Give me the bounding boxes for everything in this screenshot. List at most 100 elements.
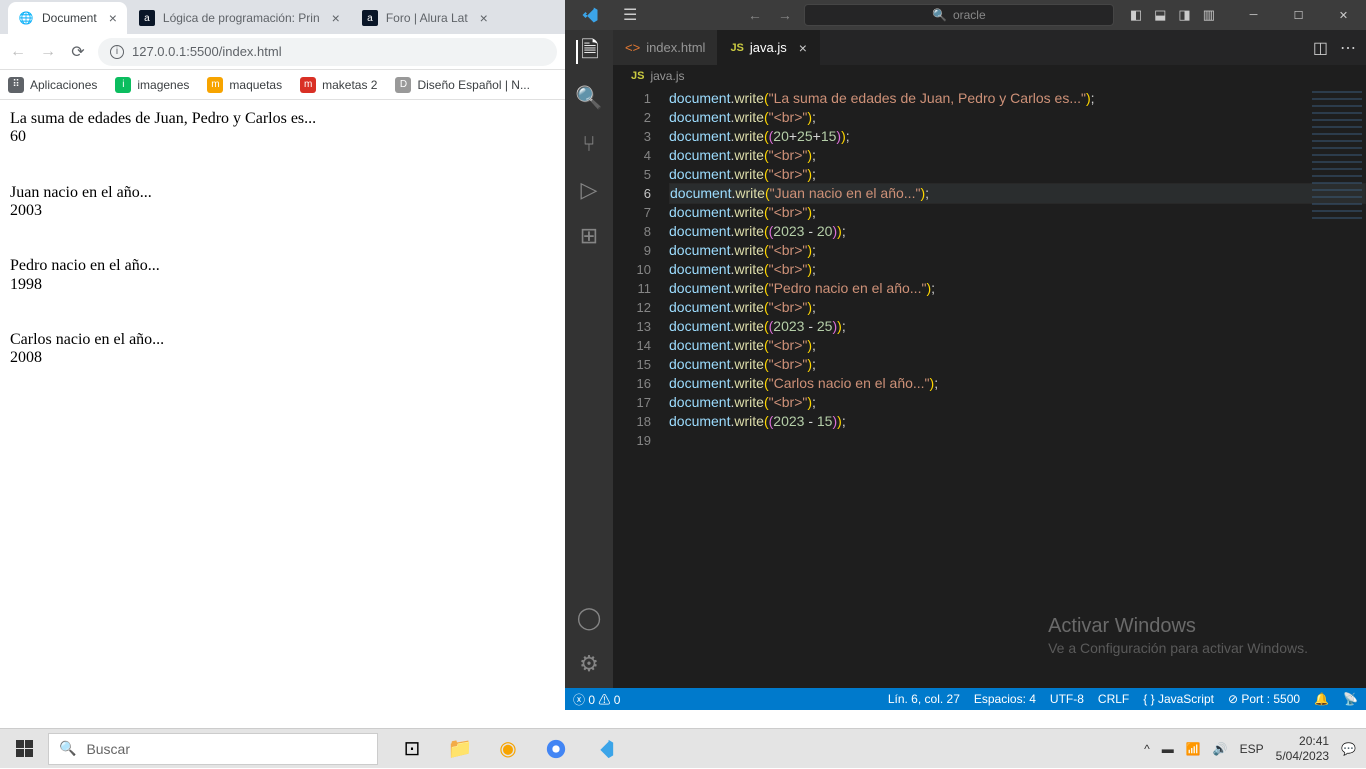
status-live-server[interactable]: ⊘ Port : 5500 — [1228, 692, 1300, 706]
bookmark-label: Diseño Español | N... — [417, 78, 530, 92]
editor-tab[interactable]: <>index.html — [613, 30, 718, 65]
maximize-button[interactable]: ☐ — [1276, 0, 1321, 30]
code-line[interactable]: document.write("<br>"); — [669, 336, 1366, 355]
explorer-icon[interactable]: 🗎 — [576, 40, 600, 64]
bookmark-label: maketas 2 — [322, 78, 377, 92]
chrome-toolbar: ← → ⟳ i 127.0.0.1:5500/index.html — [0, 34, 565, 70]
close-tab-icon[interactable]: × — [480, 10, 488, 26]
status-errors[interactable]: ⓧ 0 ⚠ 0 — [573, 691, 620, 708]
code-line[interactable]: document.write("<br>"); — [669, 241, 1366, 260]
bookmark-item[interactable]: ⠿Aplicaciones — [8, 77, 97, 93]
tray-wifi-icon[interactable]: 📶 — [1186, 742, 1201, 756]
status-language[interactable]: { } JavaScript — [1143, 692, 1214, 706]
status-notifications-icon[interactable]: 🔔 — [1314, 692, 1329, 706]
code-line[interactable]: document.write("<br>"); — [669, 260, 1366, 279]
forward-icon[interactable]: → — [38, 43, 58, 61]
code-line[interactable]: document.write("<br>"); — [669, 108, 1366, 127]
tray-volume-icon[interactable]: 🔊 — [1213, 742, 1228, 756]
code-editor[interactable]: 12345678910111213141516171819 document.w… — [613, 87, 1366, 688]
nav-forward-icon[interactable]: → — [778, 7, 792, 23]
editor-area: <>index.htmlJSjava.js×◫⋯ JS java.js 1234… — [613, 30, 1366, 688]
code-line[interactable]: document.write((2023 - 25)); — [669, 317, 1366, 336]
code-line[interactable]: document.write((2023 - 15)); — [669, 412, 1366, 431]
close-tab-icon[interactable]: × — [332, 10, 340, 26]
breadcrumb[interactable]: JS java.js — [613, 65, 1366, 87]
tray-chevron-icon[interactable]: ^ — [1144, 742, 1150, 756]
run-debug-icon[interactable]: ▷ — [577, 178, 601, 202]
status-bar: ⓧ 0 ⚠ 0 Lín. 6, col. 27 Espacios: 4 UTF-… — [565, 688, 1366, 710]
tray-time: 20:41 — [1276, 734, 1329, 748]
file-explorer-icon[interactable]: 📁 — [436, 729, 484, 769]
code-line[interactable]: document.write("<br>"); — [669, 298, 1366, 317]
chrome-tab[interactable]: 🌐Document× — [8, 2, 127, 34]
chrome-taskbar-icon[interactable] — [532, 729, 580, 769]
back-icon[interactable]: ← — [8, 43, 28, 61]
tab-label: java.js — [750, 40, 787, 55]
code-line[interactable]: document.write("Juan nacio en el año..."… — [669, 183, 1366, 204]
status-cursor-position[interactable]: Lín. 6, col. 27 — [888, 692, 960, 706]
vscode-taskbar-icon[interactable] — [580, 729, 628, 769]
taskbar-search[interactable]: 🔍 Buscar — [48, 733, 378, 765]
chrome-tab[interactable]: aLógica de programación: Prin× — [129, 2, 350, 34]
close-button[interactable]: ✕ — [1321, 0, 1366, 30]
code-line[interactable]: document.write("Pedro nacio en el año...… — [669, 279, 1366, 298]
status-encoding[interactable]: UTF-8 — [1050, 692, 1084, 706]
editor-tab[interactable]: JSjava.js× — [718, 30, 820, 65]
bookmark-item[interactable]: DDiseño Español | N... — [395, 77, 530, 93]
nav-back-icon[interactable]: ← — [748, 7, 762, 23]
source-control-icon[interactable]: ⑂ — [577, 132, 601, 156]
minimap[interactable] — [1312, 91, 1362, 221]
layout-sidebar-left-icon[interactable]: ◧ — [1130, 7, 1142, 23]
favicon-icon: a — [362, 10, 378, 26]
code-line[interactable]: document.write("<br>"); — [669, 393, 1366, 412]
code-line[interactable]: document.write("<br>"); — [669, 203, 1366, 222]
code-lines[interactable]: document.write("La suma de edades de Jua… — [669, 87, 1366, 688]
reload-icon[interactable]: ⟳ — [68, 42, 88, 62]
close-tab-icon[interactable]: × — [799, 40, 807, 56]
bookmark-item[interactable]: mmaquetas — [207, 77, 282, 93]
code-line[interactable]: document.write((2023 - 20)); — [669, 222, 1366, 241]
code-line[interactable]: document.write("La suma de edades de Jua… — [669, 89, 1366, 108]
split-editor-icon[interactable]: ◫ — [1313, 38, 1328, 58]
tray-language[interactable]: ESP — [1240, 742, 1264, 756]
tab-title: Foro | Alura Lat — [386, 11, 468, 25]
close-tab-icon[interactable]: × — [109, 10, 117, 26]
bookmark-item[interactable]: mmaketas 2 — [300, 77, 377, 93]
status-eol[interactable]: CRLF — [1098, 692, 1129, 706]
settings-gear-icon[interactable]: ⚙ — [577, 652, 601, 676]
code-line[interactable]: document.write("Carlos nacio en el año..… — [669, 374, 1366, 393]
more-actions-icon[interactable]: ⋯ — [1340, 38, 1356, 58]
layout-customize-icon[interactable]: ▥ — [1203, 7, 1215, 23]
code-line[interactable] — [669, 431, 1366, 450]
minimize-button[interactable]: ─ — [1231, 0, 1276, 30]
tray-notifications-icon[interactable]: 💬 — [1341, 742, 1356, 756]
layout-sidebar-right-icon[interactable]: ◨ — [1178, 7, 1190, 23]
layout-panel-icon[interactable]: ⬓ — [1154, 7, 1166, 23]
url-bar[interactable]: i 127.0.0.1:5500/index.html — [98, 38, 557, 66]
search-placeholder: Buscar — [86, 741, 130, 757]
command-center[interactable]: 🔍 oracle — [804, 4, 1114, 26]
code-line[interactable]: document.write("<br>"); — [669, 355, 1366, 374]
search-activity-icon[interactable]: 🔍 — [577, 86, 601, 110]
code-line[interactable]: document.write((20+25+15)); — [669, 127, 1366, 146]
status-spaces[interactable]: Espacios: 4 — [974, 692, 1036, 706]
tray-clock[interactable]: 20:41 5/04/2023 — [1276, 734, 1329, 763]
vscode-logo-icon — [565, 6, 615, 24]
tab-title: Lógica de programación: Prin — [163, 11, 320, 25]
task-view-icon[interactable]: ⊡ — [388, 729, 436, 769]
extensions-icon[interactable]: ⊞ — [577, 224, 601, 248]
chrome-tab[interactable]: a Foro | Alura Lat × — [352, 2, 498, 34]
chrome-tabstrip: 🌐Document× a Lógica de programación: Prin ×… — [0, 0, 565, 34]
status-broadcast-icon[interactable]: 📡 — [1343, 692, 1358, 706]
hamburger-icon[interactable]: ☰ — [615, 5, 645, 25]
app-icon-1[interactable]: ◉ — [484, 729, 532, 769]
windows-taskbar: 🔍 Buscar ⊡ 📁 ◉ ^ ▬ 📶 🔊 ESP 20:41 5/04/20… — [0, 728, 1366, 768]
start-button[interactable] — [0, 729, 48, 769]
accounts-icon[interactable]: ◯ — [577, 606, 601, 630]
code-line[interactable]: document.write("<br>"); — [669, 146, 1366, 165]
tray-battery-icon[interactable]: ▬ — [1162, 742, 1174, 756]
bookmark-item[interactable]: iimagenes — [115, 77, 189, 93]
editor-tabs: <>index.htmlJSjava.js×◫⋯ — [613, 30, 1366, 65]
code-line[interactable]: document.write("<br>"); — [669, 165, 1366, 184]
site-info-icon[interactable]: i — [110, 45, 124, 59]
